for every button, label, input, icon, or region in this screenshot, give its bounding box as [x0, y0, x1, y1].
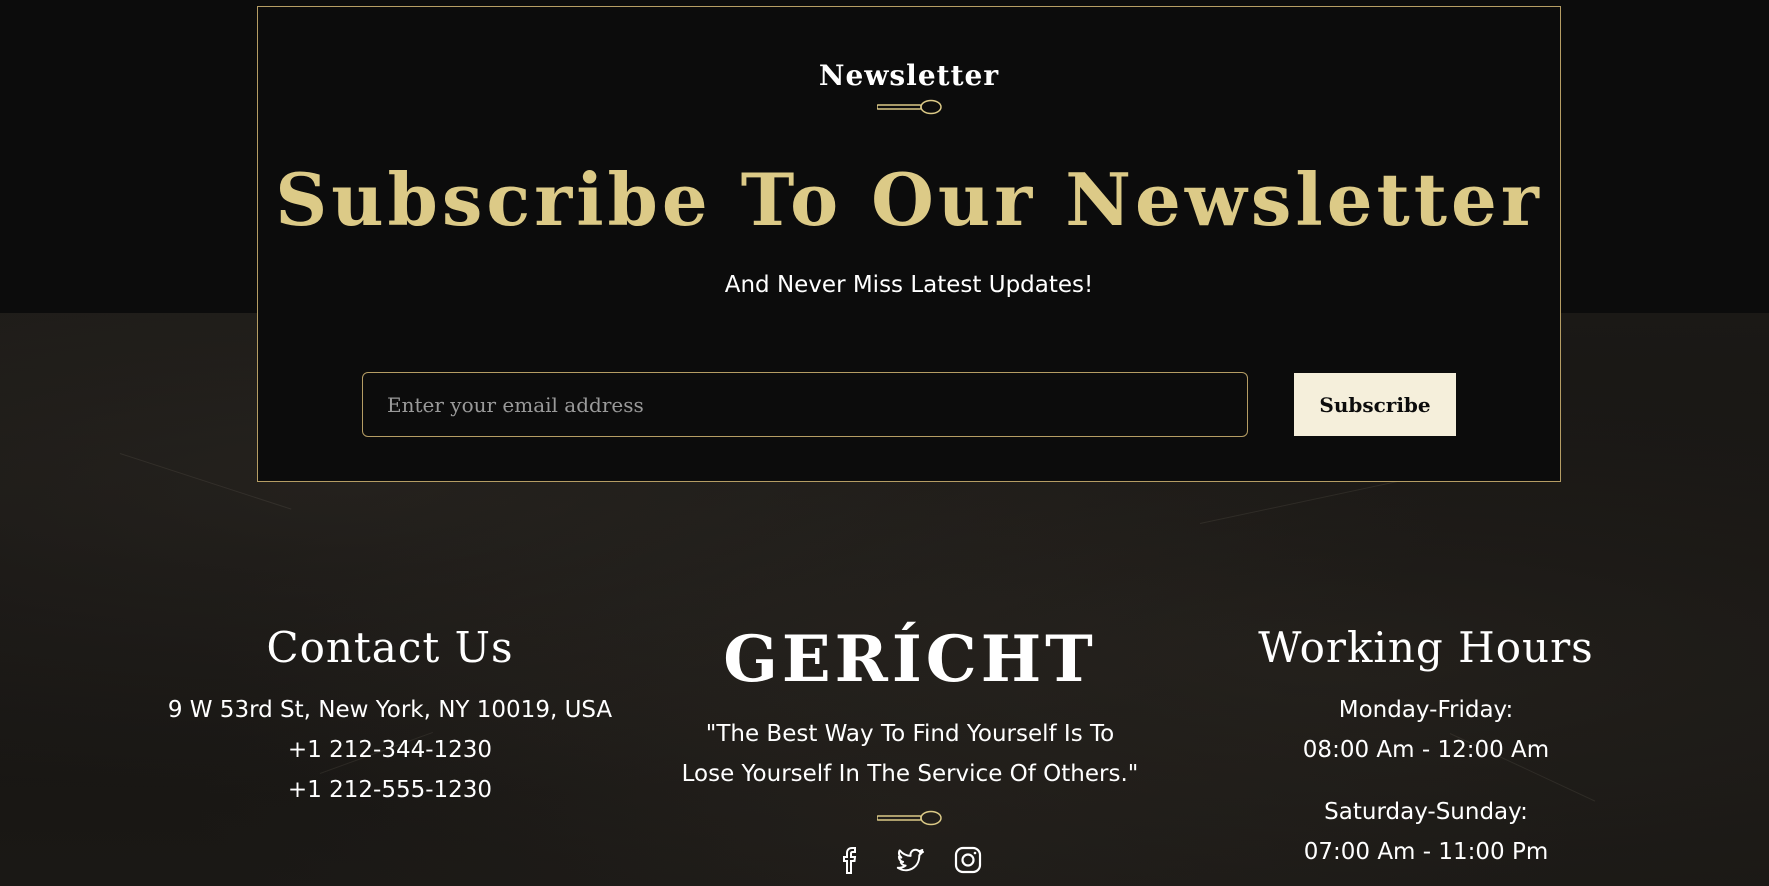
- newsletter-section: Newsletter Subscribe To Our Newsletter A…: [257, 6, 1561, 482]
- newsletter-tagline: And Never Miss Latest Updates!: [724, 272, 1094, 298]
- weekday-hours: Monday-Friday: 08:00 Am - 12:00 Am: [1176, 690, 1676, 770]
- facebook-icon[interactable]: [836, 844, 868, 876]
- spoon-divider-icon: [877, 810, 942, 826]
- weekday-label: Monday-Friday:: [1338, 697, 1514, 723]
- contact-phone-2[interactable]: +1 212-555-1230: [140, 770, 640, 810]
- hours-heading: Working Hours: [1258, 623, 1594, 672]
- brand-quote-line-2: Lose Yourself In The Service Of Others.": [681, 761, 1139, 787]
- social-links: [640, 844, 1180, 876]
- weekend-time: 07:00 Am - 11:00 Pm: [1303, 839, 1549, 865]
- brand-quote: "The Best Way To Find Yourself Is To Los…: [640, 714, 1180, 794]
- newsletter-subtitle: Newsletter: [818, 59, 1000, 92]
- twitter-icon[interactable]: [894, 844, 926, 876]
- subscribe-button[interactable]: Subscribe: [1294, 373, 1456, 436]
- hours-column: Working Hours Monday-Friday: 08:00 Am - …: [1176, 618, 1676, 872]
- contact-heading: Contact Us: [266, 623, 514, 672]
- contact-address: 9 W 53rd St, New York, NY 10019, USA: [167, 697, 613, 723]
- newsletter-title: Subscribe To Our Newsletter: [275, 157, 1543, 242]
- brand-logo[interactable]: GERÍCHT: [640, 620, 1180, 700]
- instagram-icon[interactable]: [952, 844, 984, 876]
- brand-column: GERÍCHT "The Best Way To Find Yourself I…: [640, 620, 1180, 876]
- page: Newsletter Subscribe To Our Newsletter A…: [0, 0, 1769, 886]
- brand-quote-line-1: "The Best Way To Find Yourself Is To: [705, 721, 1115, 747]
- contact-phone-1[interactable]: +1 212-344-1230: [140, 730, 640, 770]
- contact-column: Contact Us 9 W 53rd St, New York, NY 100…: [140, 618, 640, 810]
- weekend-label: Saturday-Sunday:: [1324, 799, 1528, 825]
- weekend-hours: Saturday-Sunday: 07:00 Am - 11:00 Pm: [1176, 792, 1676, 872]
- email-input[interactable]: [362, 372, 1248, 437]
- weekday-time: 08:00 Am - 12:00 Am: [1302, 737, 1550, 763]
- spoon-divider-icon: [877, 99, 942, 115]
